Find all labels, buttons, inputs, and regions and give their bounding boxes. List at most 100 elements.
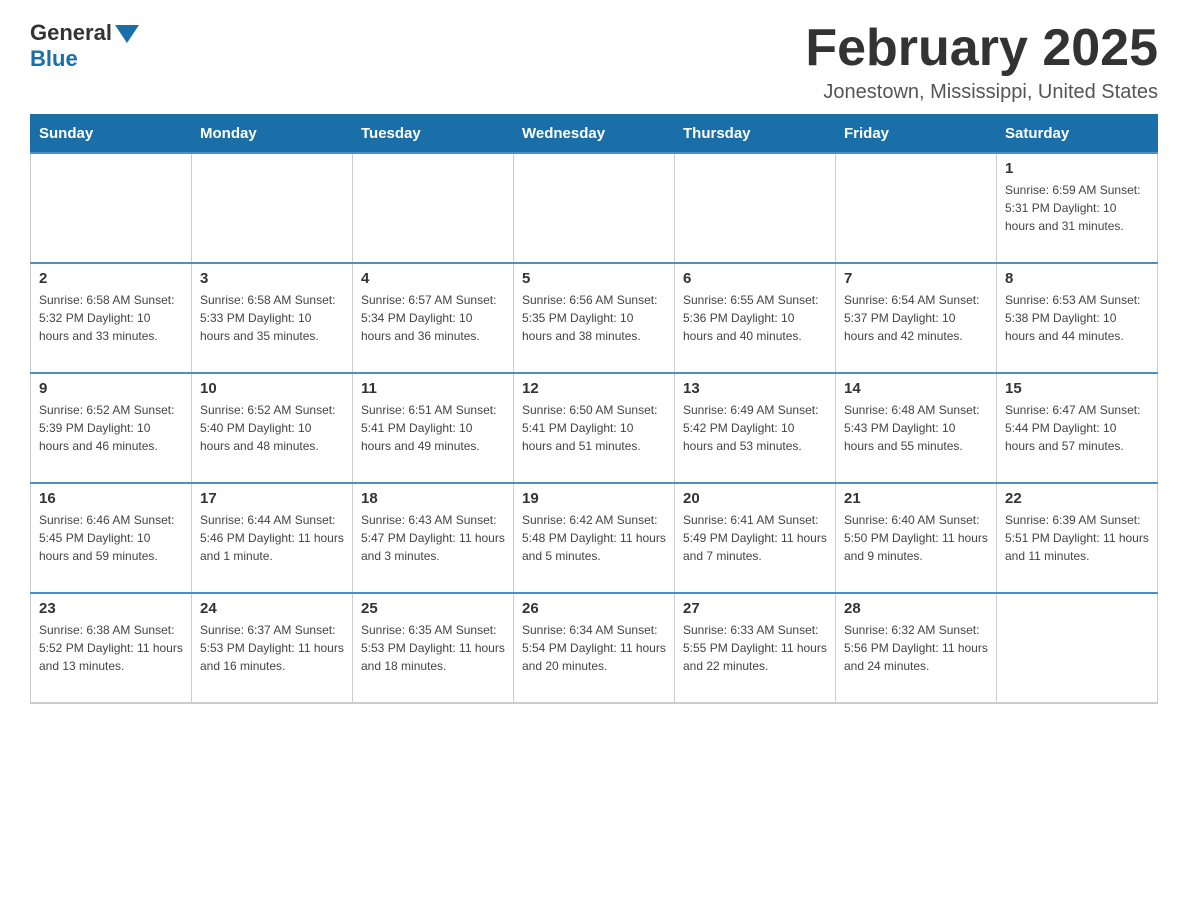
calendar-header-sunday: Sunday xyxy=(31,115,192,154)
day-number: 28 xyxy=(844,600,988,617)
day-number: 2 xyxy=(39,270,183,287)
day-info: Sunrise: 6:39 AM Sunset: 5:51 PM Dayligh… xyxy=(1005,511,1149,565)
logo-blue-text: Blue xyxy=(30,46,78,72)
calendar-cell xyxy=(31,153,192,263)
calendar-week-row: 9 Sunrise: 6:52 AM Sunset: 5:39 PM Daylig… xyxy=(31,373,1158,483)
calendar-cell: 14 Sunrise: 6:48 AM Sunset: 5:43 PM Dayli… xyxy=(836,373,997,483)
day-number: 11 xyxy=(361,380,505,397)
day-number: 22 xyxy=(1005,490,1149,507)
calendar-cell: 18Sunrise: 6:43 AM Sunset: 5:47 PM Dayli… xyxy=(353,483,514,593)
day-info: Sunrise: 6:32 AM Sunset: 5:56 PM Dayligh… xyxy=(844,621,988,675)
day-number: 16 xyxy=(39,490,183,507)
day-info: Sunrise: 6:51 AM Sunset: 5:41 PM Dayligh… xyxy=(361,401,505,455)
calendar-cell: 2 Sunrise: 6:58 AM Sunset: 5:32 PM Daylig… xyxy=(31,263,192,373)
day-number: 1 xyxy=(1005,160,1149,177)
calendar-header-friday: Friday xyxy=(836,115,997,154)
day-number: 20 xyxy=(683,490,827,507)
calendar-cell: 19 Sunrise: 6:42 AM Sunset: 5:48 PM Dayli… xyxy=(514,483,675,593)
day-number: 12 xyxy=(522,380,666,397)
calendar-cell: 17Sunrise: 6:44 AM Sunset: 5:46 PM Dayli… xyxy=(192,483,353,593)
calendar-cell: 16 Sunrise: 6:46 AM Sunset: 5:45 PM Dayli… xyxy=(31,483,192,593)
calendar-cell xyxy=(997,593,1158,703)
day-info: Sunrise: 6:35 AM Sunset: 5:53 PM Dayligh… xyxy=(361,621,505,675)
calendar-cell: 9 Sunrise: 6:52 AM Sunset: 5:39 PM Daylig… xyxy=(31,373,192,483)
title-section: February 2025 Jonestown, Mississippi, Un… xyxy=(805,20,1158,104)
day-info: Sunrise: 6:59 AM Sunset: 5:31 PM Dayligh… xyxy=(1005,181,1149,235)
day-info: Sunrise: 6:42 AM Sunset: 5:48 PM Dayligh… xyxy=(522,511,666,565)
calendar-cell: 23 Sunrise: 6:38 AM Sunset: 5:52 PM Dayli… xyxy=(31,593,192,703)
calendar-cell xyxy=(192,153,353,263)
day-number: 6 xyxy=(683,270,827,287)
calendar-cell: 3Sunrise: 6:58 AM Sunset: 5:33 PM Daylig… xyxy=(192,263,353,373)
day-number: 19 xyxy=(522,490,666,507)
calendar-cell: 7Sunrise: 6:54 AM Sunset: 5:37 PM Daylig… xyxy=(836,263,997,373)
calendar-cell: 10 Sunrise: 6:52 AM Sunset: 5:40 PM Dayli… xyxy=(192,373,353,483)
logo-text: General xyxy=(30,20,139,46)
calendar-cell: 4 Sunrise: 6:57 AM Sunset: 5:34 PM Daylig… xyxy=(353,263,514,373)
calendar-header-row: SundayMondayTuesdayWednesdayThursdayFrid… xyxy=(31,115,1158,154)
day-number: 14 xyxy=(844,380,988,397)
calendar-cell: 22 Sunrise: 6:39 AM Sunset: 5:51 PM Dayli… xyxy=(997,483,1158,593)
day-info: Sunrise: 6:46 AM Sunset: 5:45 PM Dayligh… xyxy=(39,511,183,565)
day-number: 7 xyxy=(844,270,988,287)
calendar-cell: 21 Sunrise: 6:40 AM Sunset: 5:50 PM Dayli… xyxy=(836,483,997,593)
calendar-cell xyxy=(353,153,514,263)
day-info: Sunrise: 6:37 AM Sunset: 5:53 PM Dayligh… xyxy=(200,621,344,675)
calendar-week-row: 16 Sunrise: 6:46 AM Sunset: 5:45 PM Dayli… xyxy=(31,483,1158,593)
calendar-table: SundayMondayTuesdayWednesdayThursdayFrid… xyxy=(30,114,1158,704)
calendar-cell: 15Sunrise: 6:47 AM Sunset: 5:44 PM Dayli… xyxy=(997,373,1158,483)
day-info: Sunrise: 6:34 AM Sunset: 5:54 PM Dayligh… xyxy=(522,621,666,675)
day-number: 8 xyxy=(1005,270,1149,287)
calendar-cell: 12 Sunrise: 6:50 AM Sunset: 5:41 PM Dayli… xyxy=(514,373,675,483)
day-info: Sunrise: 6:48 AM Sunset: 5:43 PM Dayligh… xyxy=(844,401,988,455)
logo-general-text: General xyxy=(30,20,112,46)
calendar-cell: 24 Sunrise: 6:37 AM Sunset: 5:53 PM Dayli… xyxy=(192,593,353,703)
day-number: 25 xyxy=(361,600,505,617)
day-number: 26 xyxy=(522,600,666,617)
calendar-week-row: 1 Sunrise: 6:59 AM Sunset: 5:31 PM Daylig… xyxy=(31,153,1158,263)
calendar-cell xyxy=(514,153,675,263)
page-header: General Blue February 2025 Jonestown, Mi… xyxy=(30,20,1158,104)
main-title: February 2025 xyxy=(805,20,1158,77)
day-info: Sunrise: 6:56 AM Sunset: 5:35 PM Dayligh… xyxy=(522,291,666,345)
day-number: 5 xyxy=(522,270,666,287)
calendar-week-row: 2 Sunrise: 6:58 AM Sunset: 5:32 PM Daylig… xyxy=(31,263,1158,373)
calendar-cell: 6 Sunrise: 6:55 AM Sunset: 5:36 PM Daylig… xyxy=(675,263,836,373)
day-number: 27 xyxy=(683,600,827,617)
logo-triangle-icon xyxy=(115,25,139,43)
calendar-cell: 13 Sunrise: 6:49 AM Sunset: 5:42 PM Dayli… xyxy=(675,373,836,483)
day-number: 13 xyxy=(683,380,827,397)
day-info: Sunrise: 6:43 AM Sunset: 5:47 PM Dayligh… xyxy=(361,511,505,565)
calendar-header-tuesday: Tuesday xyxy=(353,115,514,154)
calendar-header-saturday: Saturday xyxy=(997,115,1158,154)
day-number: 21 xyxy=(844,490,988,507)
day-info: Sunrise: 6:55 AM Sunset: 5:36 PM Dayligh… xyxy=(683,291,827,345)
day-info: Sunrise: 6:57 AM Sunset: 5:34 PM Dayligh… xyxy=(361,291,505,345)
day-info: Sunrise: 6:41 AM Sunset: 5:49 PM Dayligh… xyxy=(683,511,827,565)
day-info: Sunrise: 6:49 AM Sunset: 5:42 PM Dayligh… xyxy=(683,401,827,455)
day-info: Sunrise: 6:52 AM Sunset: 5:39 PM Dayligh… xyxy=(39,401,183,455)
calendar-cell: 28 Sunrise: 6:32 AM Sunset: 5:56 PM Dayli… xyxy=(836,593,997,703)
calendar-week-row: 23 Sunrise: 6:38 AM Sunset: 5:52 PM Dayli… xyxy=(31,593,1158,703)
calendar-header-monday: Monday xyxy=(192,115,353,154)
day-info: Sunrise: 6:58 AM Sunset: 5:32 PM Dayligh… xyxy=(39,291,183,345)
day-info: Sunrise: 6:52 AM Sunset: 5:40 PM Dayligh… xyxy=(200,401,344,455)
day-number: 24 xyxy=(200,600,344,617)
day-number: 23 xyxy=(39,600,183,617)
day-info: Sunrise: 6:44 AM Sunset: 5:46 PM Dayligh… xyxy=(200,511,344,565)
day-info: Sunrise: 6:33 AM Sunset: 5:55 PM Dayligh… xyxy=(683,621,827,675)
day-info: Sunrise: 6:53 AM Sunset: 5:38 PM Dayligh… xyxy=(1005,291,1149,345)
calendar-cell: 1 Sunrise: 6:59 AM Sunset: 5:31 PM Daylig… xyxy=(997,153,1158,263)
day-info: Sunrise: 6:40 AM Sunset: 5:50 PM Dayligh… xyxy=(844,511,988,565)
calendar-cell: 26 Sunrise: 6:34 AM Sunset: 5:54 PM Dayli… xyxy=(514,593,675,703)
day-number: 4 xyxy=(361,270,505,287)
day-info: Sunrise: 6:38 AM Sunset: 5:52 PM Dayligh… xyxy=(39,621,183,675)
day-number: 9 xyxy=(39,380,183,397)
subtitle: Jonestown, Mississippi, United States xyxy=(805,81,1158,104)
day-number: 3 xyxy=(200,270,344,287)
day-number: 10 xyxy=(200,380,344,397)
calendar-cell: 20 Sunrise: 6:41 AM Sunset: 5:49 PM Dayli… xyxy=(675,483,836,593)
day-info: Sunrise: 6:50 AM Sunset: 5:41 PM Dayligh… xyxy=(522,401,666,455)
calendar-cell xyxy=(836,153,997,263)
calendar-cell xyxy=(675,153,836,263)
